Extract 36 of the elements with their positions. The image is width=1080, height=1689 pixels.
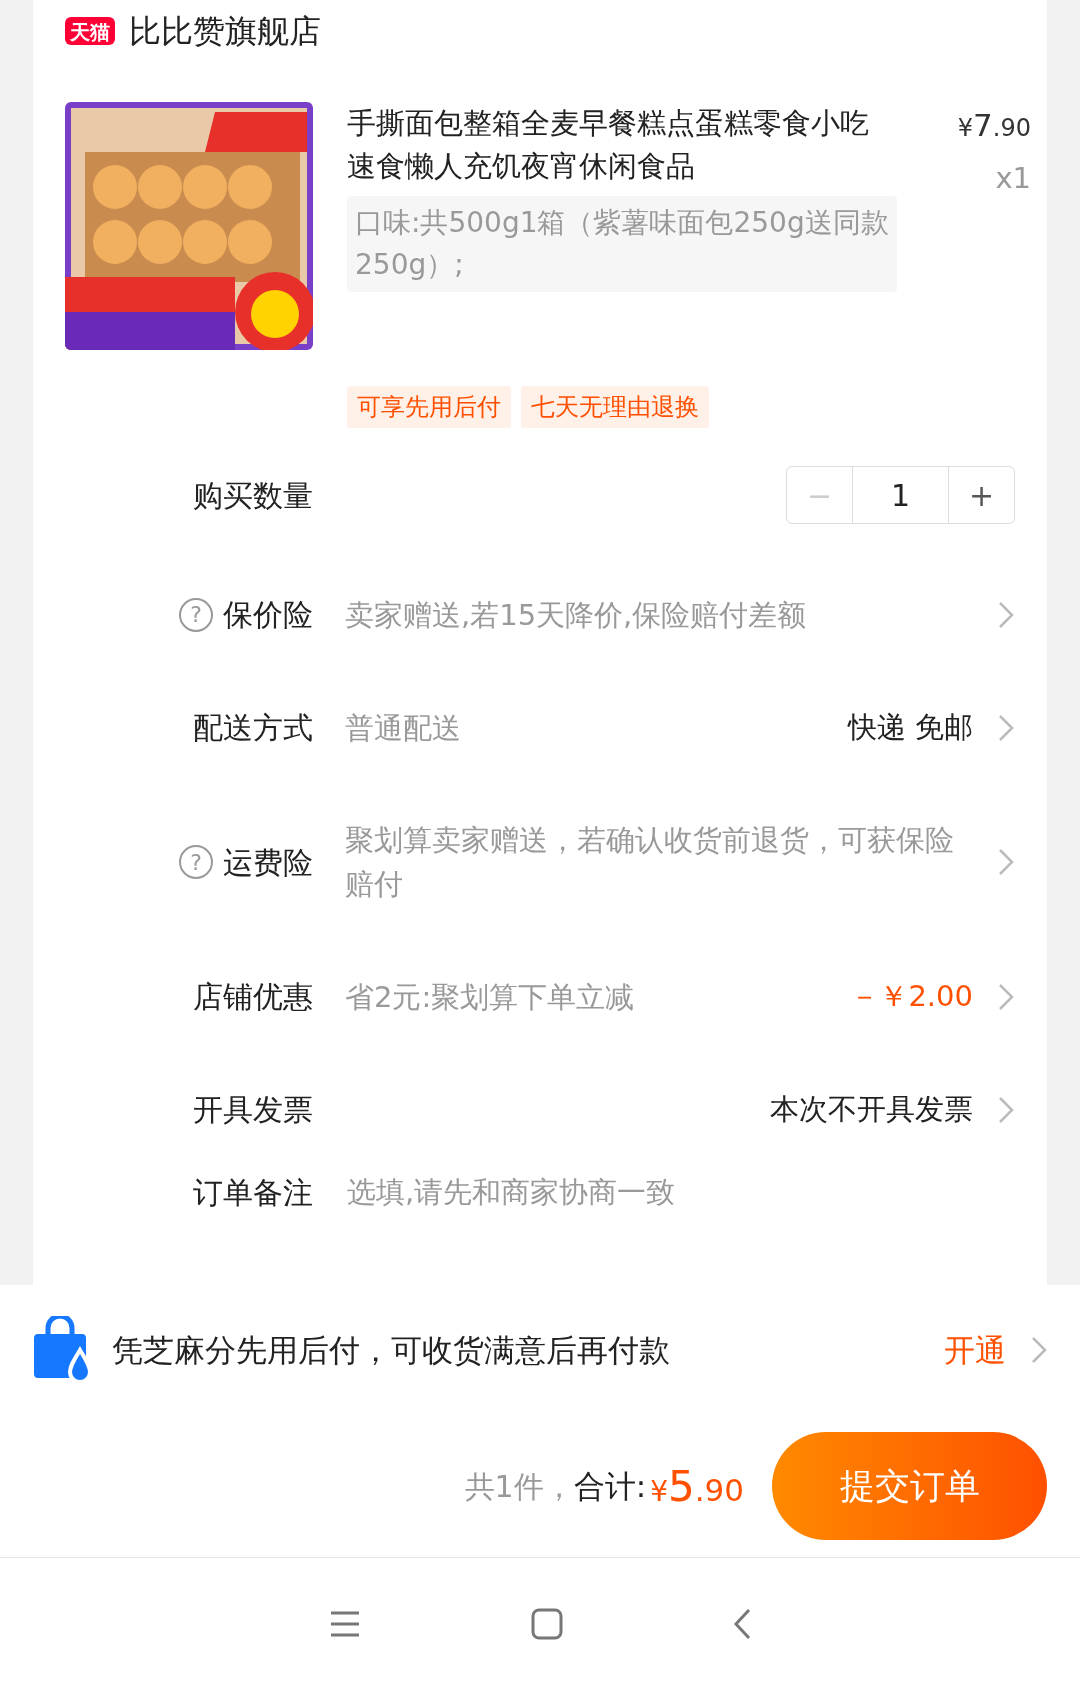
row-label: 店铺优惠	[193, 978, 313, 1016]
back-icon[interactable]	[733, 1607, 751, 1640]
row-value: 卖家赠送,若15天降价,保险赔付差额	[345, 596, 808, 634]
store-name[interactable]: 比比赞旗舰店	[129, 7, 321, 55]
discount-amount: －￥2.00	[850, 977, 973, 1015]
service-tag: 可享先用后付	[347, 386, 511, 428]
product-title[interactable]: 手撕面包整箱全麦早餐糕点蛋糕零食小吃速食懒人充饥夜宵休闲食品	[347, 102, 877, 188]
row-label: 购买数量	[193, 476, 313, 515]
row-label: 订单备注	[193, 1174, 313, 1213]
total-amount: ¥5.90	[649, 1460, 744, 1513]
service-tag: 七天无理由退换	[521, 386, 709, 428]
submit-button[interactable]: 提交订单	[772, 1432, 1047, 1540]
row-value: 普通配送	[345, 709, 462, 747]
plus-button[interactable]: +	[949, 467, 1014, 523]
remark-field[interactable]: 选填,请先和商家协商一致	[345, 1170, 1015, 1216]
quantity-field[interactable]: 1	[852, 467, 949, 523]
row-detail: 本次不开具发票	[770, 1090, 973, 1128]
row-value: 聚划算卖家赠送，若确认收货前退货，可获保险赔付	[345, 822, 955, 903]
menu-icon[interactable]	[329, 1609, 361, 1638]
help-icon[interactable]: ?	[179, 845, 213, 879]
help-icon[interactable]: ?	[179, 597, 213, 632]
row-detail: 快递 免邮	[847, 708, 973, 746]
total-label: 合计:	[573, 1466, 647, 1506]
home-icon[interactable]	[531, 1607, 563, 1640]
row-label: 配送方式	[193, 709, 313, 747]
activate-link[interactable]: 开通	[944, 1326, 1006, 1374]
store-badge: 天猫	[65, 17, 115, 45]
product-quantity: x1	[994, 159, 1031, 197]
credit-notice: 凭芝麻分先用后付，可收货满意后再付款	[112, 1330, 671, 1370]
row-label: 保价险	[223, 596, 313, 634]
row-label: 开具发票	[193, 1091, 313, 1129]
row-value: 省2元:聚划算下单立减	[345, 978, 636, 1016]
item-count: 共1件，	[464, 1467, 574, 1506]
product-price: ¥7.90	[956, 106, 1031, 145]
row-label: 运费险	[223, 843, 313, 882]
product-spec: 口味:共500g1箱（紫薯味面包250g送同款250g）;	[347, 196, 897, 292]
